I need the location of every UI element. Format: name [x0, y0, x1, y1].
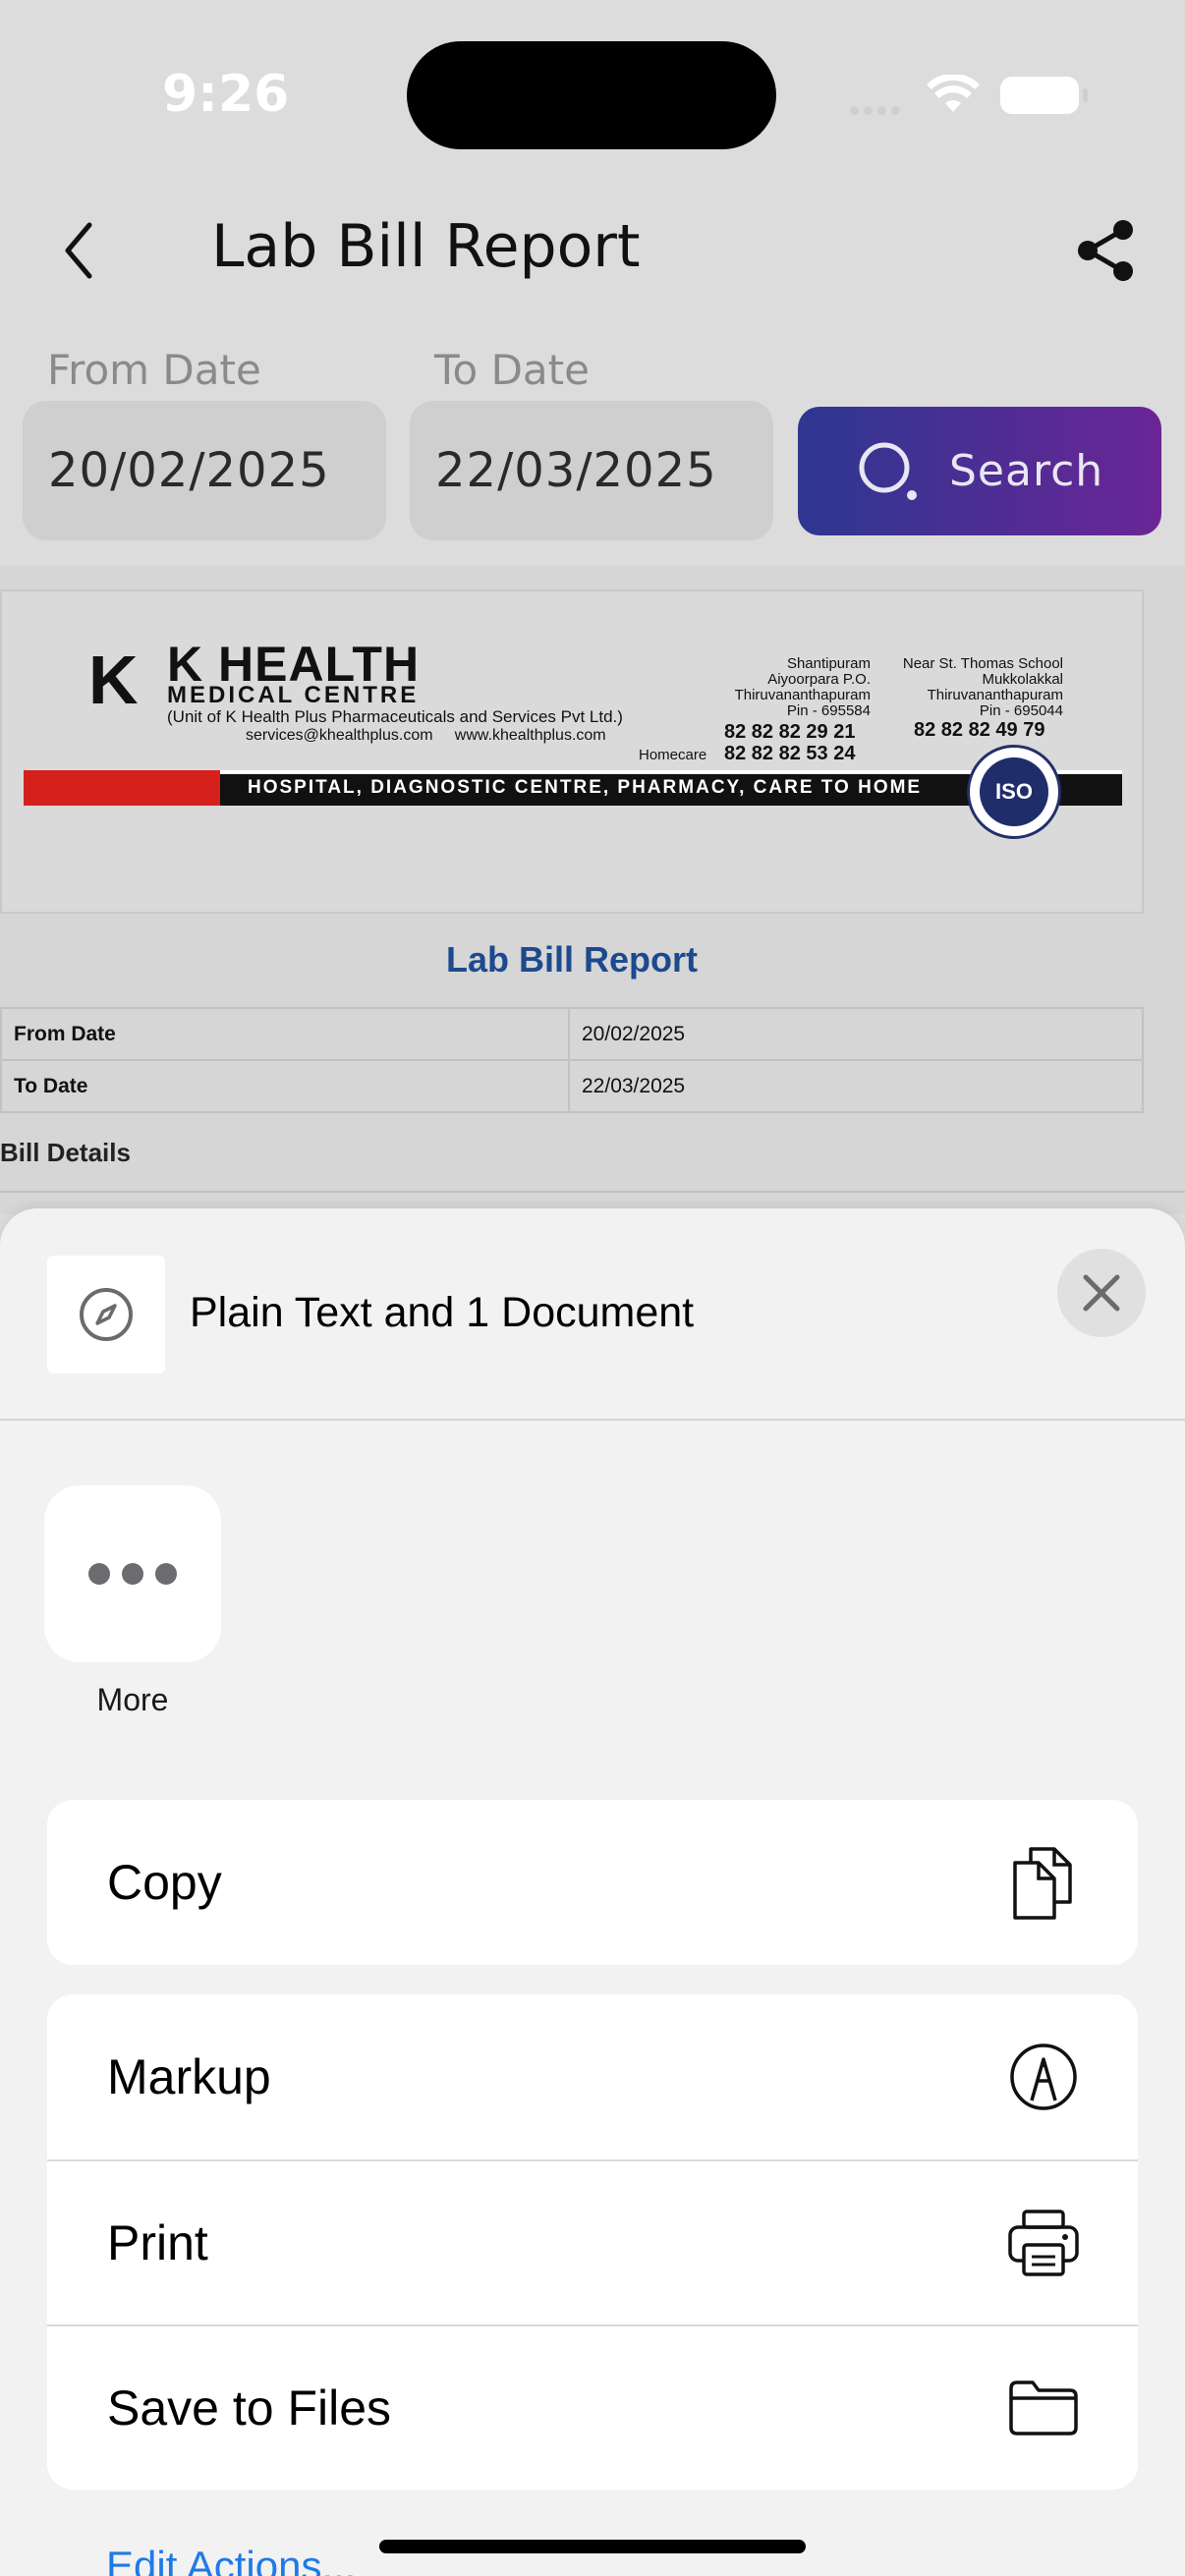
search-button-label: Search	[949, 446, 1104, 496]
letterhead-ribbon-accent	[24, 770, 220, 806]
markup-action[interactable]: Markup	[47, 1994, 1138, 2159]
to-date-field[interactable]: 22/03/2025	[410, 401, 773, 540]
chevron-left-icon	[65, 222, 92, 279]
table-row: To Date 22/03/2025	[0, 1059, 1144, 1113]
letterhead: K K HEALTH MEDICAL CENTRE (Unit of K Hea…	[0, 589, 1144, 914]
company-contact: services@khealthplus.com www.khealthplus…	[246, 727, 606, 745]
table-cell-value: 20/02/2025	[568, 1007, 1144, 1061]
address-block-1: Shantipuram Aiyoorpara P.O. Thiruvananthap…	[734, 655, 871, 719]
copy-icon	[1006, 1845, 1081, 1920]
company-subtitle: MEDICAL CENTRE	[167, 682, 420, 708]
action-group-copy: Copy	[47, 1800, 1138, 1965]
copy-action[interactable]: Copy	[47, 1800, 1138, 1965]
folder-icon	[1006, 2371, 1081, 2445]
from-date-field[interactable]: 20/02/2025	[23, 401, 386, 540]
save-to-files-action[interactable]: Save to Files	[47, 2324, 1138, 2490]
more-button[interactable]	[44, 1485, 221, 1662]
report-info-table: From Date 20/02/2025 To Date 22/03/2025	[0, 1007, 1144, 1113]
to-date-label: To Date	[434, 346, 590, 394]
copy-action-label: Copy	[107, 1855, 222, 1910]
iso-seal-icon: ISO	[967, 745, 1061, 839]
search-button[interactable]: Search	[798, 407, 1161, 535]
table-row: From Date 20/02/2025	[0, 1007, 1144, 1061]
back-button[interactable]	[54, 216, 103, 285]
from-date-label: From Date	[47, 346, 261, 394]
page-title: Lab Bill Report	[211, 212, 641, 281]
share-icon	[1078, 220, 1133, 281]
report-title: Lab Bill Report	[445, 939, 698, 980]
printer-icon	[1006, 2206, 1081, 2280]
homecare-phone: 82 82 82 53 24	[724, 743, 856, 764]
phone-2: 82 82 82 49 79	[914, 719, 1045, 741]
close-button[interactable]	[1057, 1249, 1146, 1337]
share-sheet-header: Plain Text and 1 Document	[0, 1208, 1185, 1421]
cellular-signal-icon	[850, 102, 905, 120]
print-action-label: Print	[107, 2215, 208, 2270]
dynamic-island	[407, 41, 776, 149]
company-logo: K	[88, 642, 139, 718]
markup-icon	[1006, 2040, 1081, 2114]
home-indicator[interactable]	[379, 2540, 806, 2553]
close-icon	[1083, 1274, 1120, 1312]
phone-1: 82 82 82 29 21	[724, 721, 856, 743]
address-block-2: Near St. Thomas School Mukkolakkal Thiruva…	[902, 655, 1063, 719]
company-unit: (Unit of K Health Plus Pharmaceuticals a…	[167, 707, 623, 726]
company-email: services@khealthplus.com	[246, 727, 433, 744]
company-website: www.khealthplus.com	[454, 727, 606, 744]
share-sheet-title: Plain Text and 1 Document	[190, 1289, 695, 1336]
letterhead-tagline: HOSPITAL, DIAGNOSTIC CENTRE, PHARMACY, C…	[248, 777, 923, 798]
document-thumbnail	[47, 1256, 165, 1373]
search-icon	[857, 440, 920, 503]
status-time: 9:26	[162, 65, 290, 124]
edit-actions-link[interactable]: Edit Actions...	[106, 2543, 356, 2576]
compass-icon	[80, 1288, 133, 1341]
status-bar: 9:26	[0, 0, 1185, 187]
action-group-main: Markup Print Save to Files	[47, 1994, 1138, 2490]
table-cell-label: From Date	[0, 1007, 570, 1061]
battery-icon	[1000, 77, 1088, 114]
save-to-files-action-label: Save to Files	[107, 2380, 392, 2436]
bill-details-heading: Bill Details	[0, 1138, 131, 1167]
ellipsis-icon	[88, 1563, 110, 1585]
homecare-label: Homecare	[639, 747, 707, 763]
table-cell-label: To Date	[0, 1059, 570, 1113]
table-cell-value: 22/03/2025	[568, 1059, 1144, 1113]
wifi-icon	[926, 73, 981, 119]
more-label: More	[96, 1682, 169, 1717]
print-action[interactable]: Print	[47, 2159, 1138, 2324]
markup-action-label: Markup	[107, 2049, 271, 2104]
share-sheet: Plain Text and 1 Document More Copy Mark…	[0, 1208, 1185, 2576]
share-button[interactable]	[1071, 216, 1140, 285]
